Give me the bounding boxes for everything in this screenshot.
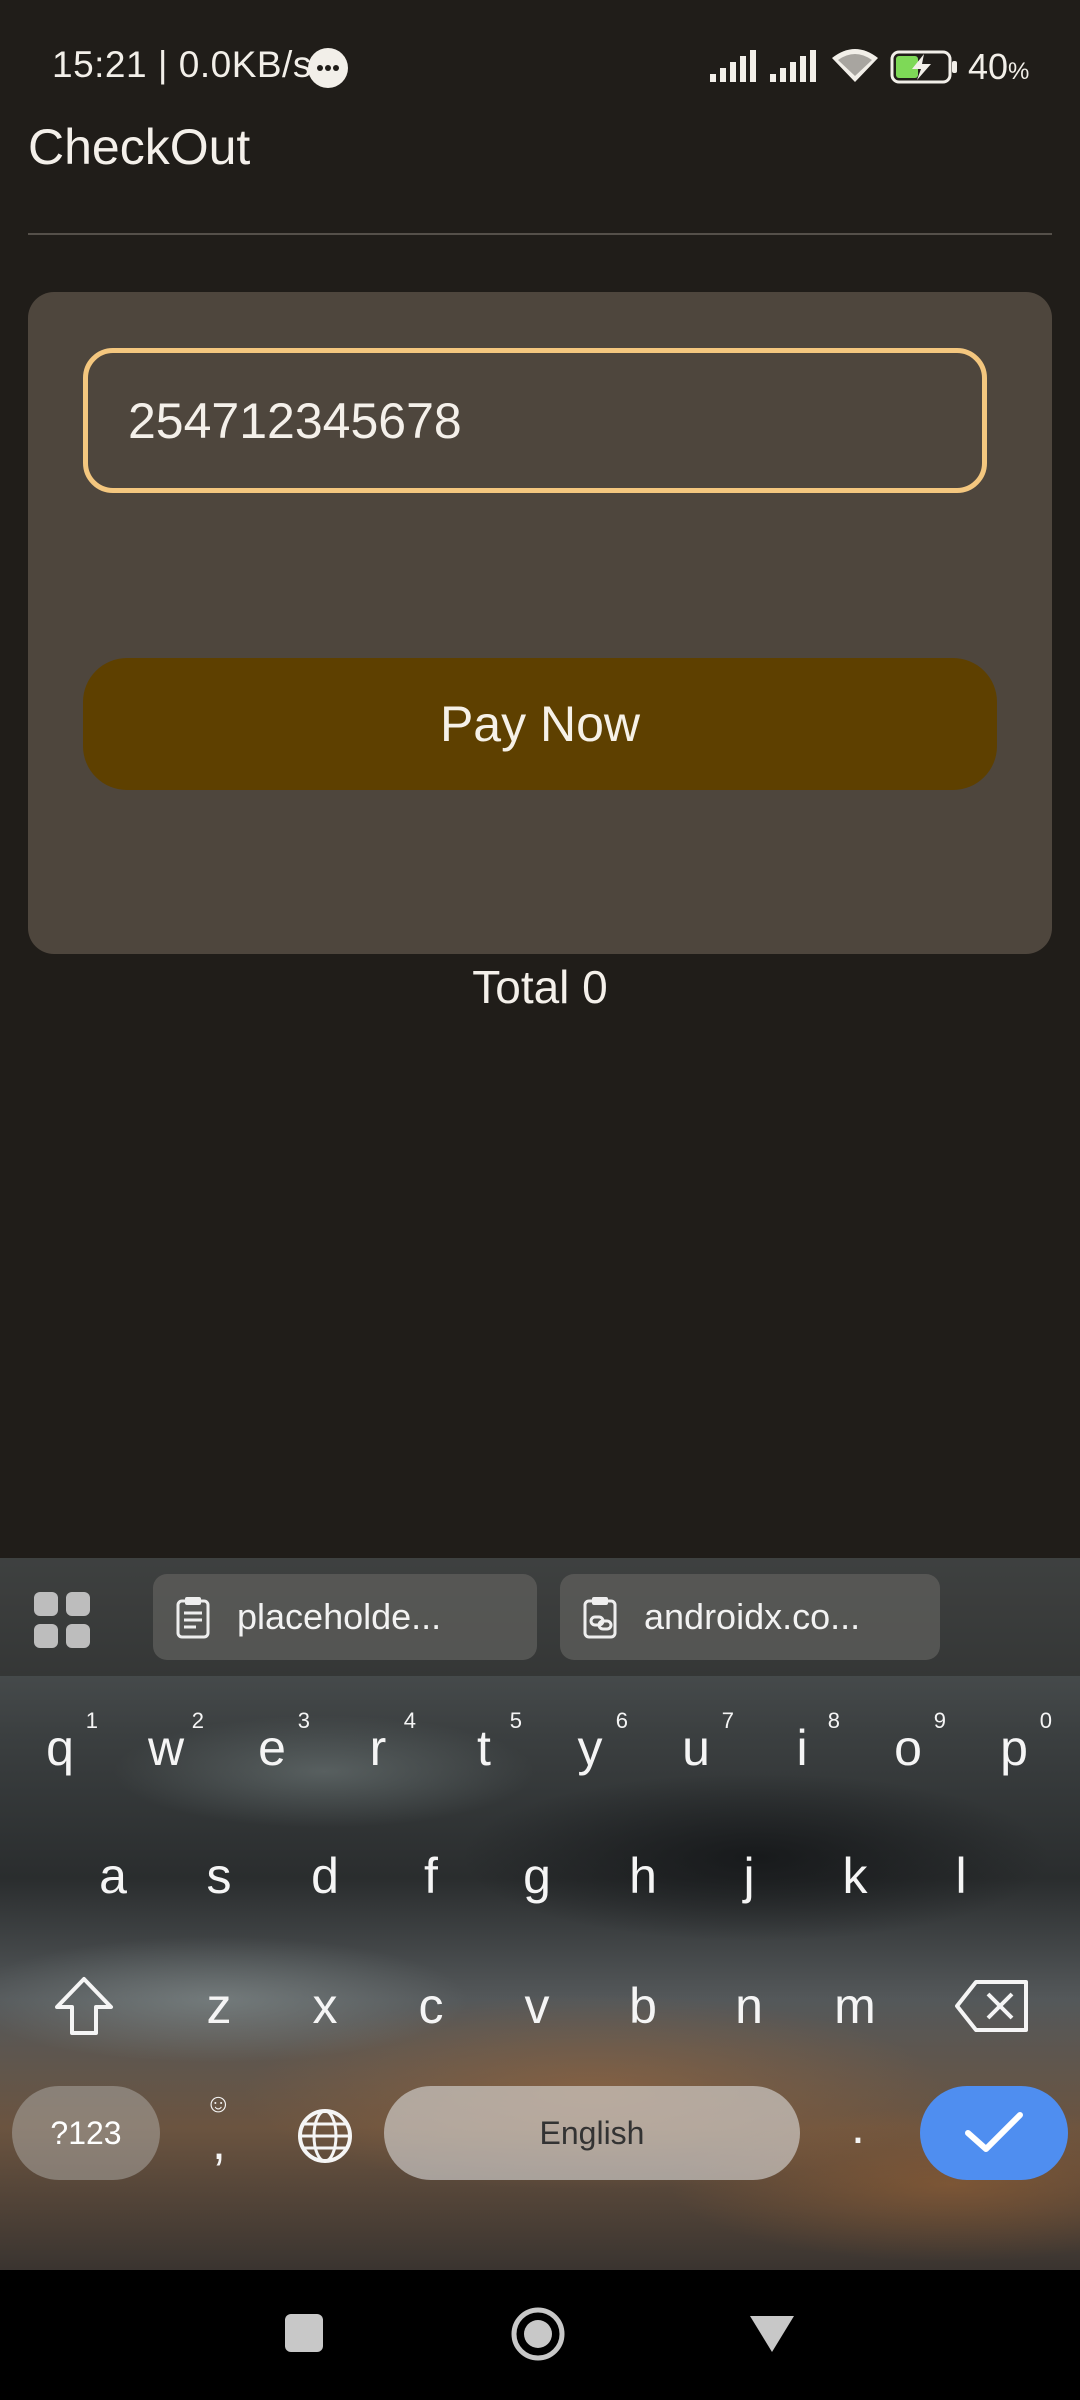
key-k[interactable]: k (805, 1826, 905, 1926)
key-g[interactable]: g (487, 1826, 587, 1926)
key-e[interactable]: e3 (222, 1698, 322, 1798)
battery-percent: 40% (968, 46, 1030, 87)
keyboard: placeholde... androidx.co... q1 w2 e3 r4… (0, 1558, 1080, 2270)
period-key[interactable]: . (808, 2076, 908, 2176)
backspace-key[interactable] (942, 1956, 1042, 2056)
key-i[interactable]: i8 (752, 1698, 852, 1798)
key-r[interactable]: r4 (328, 1698, 428, 1798)
key-v[interactable]: v (487, 1956, 587, 2056)
clipboard-chip-label: androidx.co... (644, 1596, 861, 1637)
key-y[interactable]: y6 (540, 1698, 640, 1798)
shift-key[interactable] (34, 1956, 134, 2056)
key-c[interactable]: c (381, 1956, 481, 2056)
key-d[interactable]: d (275, 1826, 375, 1926)
key-o[interactable]: o9 (858, 1698, 958, 1798)
checkmark-icon (965, 2112, 1023, 2152)
key-b[interactable]: b (593, 1956, 693, 2056)
key-a[interactable]: a (63, 1826, 163, 1926)
key-z[interactable]: z (169, 1956, 269, 2056)
enter-key[interactable] (920, 2086, 1068, 2180)
key-u[interactable]: u7 (646, 1698, 746, 1798)
page-title: CheckOut (28, 119, 251, 175)
key-t[interactable]: t5 (434, 1698, 534, 1798)
key-f[interactable]: f (381, 1826, 481, 1926)
key-x[interactable]: x (275, 1956, 375, 2056)
key-w[interactable]: w2 (116, 1698, 216, 1798)
apps-grid-icon[interactable] (34, 1592, 90, 1648)
key-j[interactable]: j (699, 1826, 799, 1926)
phone-number-input[interactable]: 254712345678 (83, 348, 987, 493)
home-button[interactable] (510, 2306, 566, 2362)
key-m[interactable]: m (805, 1956, 905, 2056)
clipboard-suggestion-strip: placeholde... androidx.co... (0, 1558, 1080, 1676)
key-h[interactable]: h (593, 1826, 693, 1926)
key-s[interactable]: s (169, 1826, 269, 1926)
total-label: Total 0 (472, 961, 608, 1013)
comma-emoji-key[interactable]: ☺ , (169, 2082, 269, 2182)
globe-icon (298, 2109, 352, 2163)
clipboard-link-icon (583, 1597, 617, 1639)
back-button[interactable] (748, 2314, 796, 2354)
shift-arrow-icon (55, 1977, 113, 2035)
battery-charging-icon (890, 50, 957, 84)
emoji-icon: ☺ (205, 2088, 232, 2118)
language-key[interactable] (275, 2086, 375, 2186)
key-n[interactable]: n (699, 1956, 799, 2056)
clipboard-chip[interactable]: androidx.co... (560, 1574, 940, 1660)
status-bar: 15:21 | 0.0KB/s 40% (0, 0, 1080, 105)
space-bar[interactable]: English (384, 2086, 800, 2180)
key-q[interactable]: q1 (10, 1698, 110, 1798)
pay-now-button[interactable]: Pay Now (83, 658, 997, 790)
checkout-card: 254712345678 Pay Now (28, 292, 1052, 954)
key-p[interactable]: p0 (964, 1698, 1064, 1798)
backspace-icon (955, 1980, 1028, 2032)
recents-button[interactable] (285, 2314, 323, 2352)
cell-signal-icon (710, 50, 756, 82)
cell-signal-icon (770, 50, 816, 82)
status-time: 15:21 | 0.0KB/s (52, 44, 312, 85)
message-notification-icon (308, 48, 348, 88)
clipboard-chip-label: placeholde... (237, 1596, 442, 1637)
wifi-icon (832, 49, 878, 82)
divider (28, 233, 1052, 235)
clipboard-icon (176, 1597, 210, 1639)
navigation-bar (0, 2270, 1080, 2400)
key-l[interactable]: l (911, 1826, 1011, 1926)
symbols-key[interactable]: ?123 (12, 2086, 160, 2180)
clipboard-chip[interactable]: placeholde... (153, 1574, 537, 1660)
